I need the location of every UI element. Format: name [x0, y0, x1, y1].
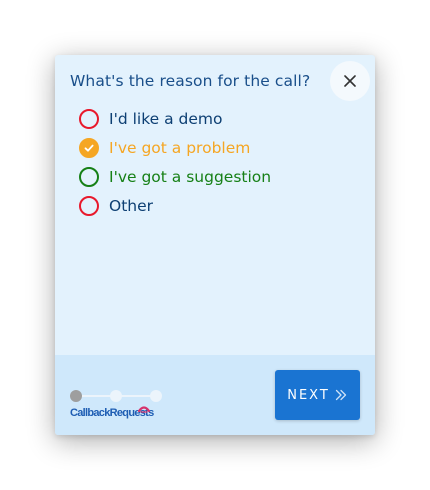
progress-step-1	[70, 390, 82, 402]
callback-widget: What's the reason for the call? I'd like…	[55, 55, 375, 435]
option-other-label: Other	[109, 196, 154, 215]
radio-other[interactable]	[79, 195, 99, 216]
option-problem[interactable]: I've got a problem	[79, 133, 271, 162]
next-button-label: NEXT	[287, 387, 330, 403]
widget-footer: CallbackRequests NEXT	[55, 355, 375, 435]
option-problem-label: I've got a problem	[109, 138, 251, 157]
reason-options: I'd like a demo I've got a problem I've …	[79, 104, 271, 220]
radio-problem[interactable]	[79, 137, 99, 158]
progress-step-3	[150, 390, 162, 402]
double-chevron-right-icon	[334, 388, 348, 402]
option-suggestion[interactable]: I've got a suggestion	[79, 162, 271, 191]
close-icon	[344, 75, 356, 87]
option-demo-label: I'd like a demo	[109, 109, 223, 128]
next-button[interactable]: NEXT	[275, 370, 360, 420]
phone-logo-icon	[138, 406, 150, 413]
radio-suggestion[interactable]	[79, 166, 99, 187]
progress-step-2	[110, 390, 122, 402]
close-button[interactable]	[330, 61, 370, 101]
step-progress	[70, 390, 162, 402]
option-demo[interactable]: I'd like a demo	[79, 104, 271, 133]
radio-demo[interactable]	[79, 108, 99, 129]
question-title: What's the reason for the call?	[70, 72, 311, 90]
option-other[interactable]: Other	[79, 191, 271, 220]
option-suggestion-label: I've got a suggestion	[109, 167, 272, 186]
check-icon	[84, 144, 94, 152]
